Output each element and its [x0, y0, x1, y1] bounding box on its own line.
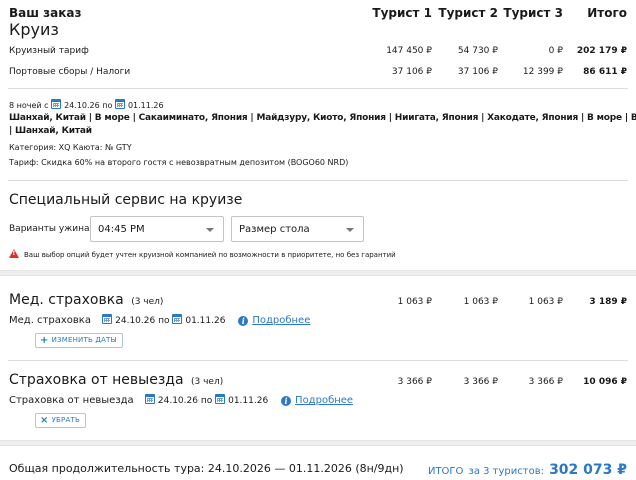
date-from: 24.10.26: [157, 396, 198, 406]
change-dates-label: ИЗМЕНИТЬ ДАТЫ: [51, 336, 117, 344]
itinerary-line-2: | Шанхай, Китай: [9, 126, 92, 136]
remove-label: УБРАТЬ: [51, 416, 80, 424]
total-travellers: за 3 туристов:: [468, 466, 544, 477]
tourist-2-price: 1 063 ₽: [463, 297, 498, 307]
calendar-icon: [114, 99, 125, 109]
dinner-time-select[interactable]: 04:45 PM: [90, 216, 224, 242]
chevron-down-icon: [206, 228, 214, 232]
date-separator: по: [102, 101, 113, 110]
calendar-icon: [172, 314, 183, 324]
cancel-insurance-details: Страховка от невыезда 24.10.26 по 01.11.…: [9, 394, 353, 406]
cancel-insurance-total: 10 096 ₽: [583, 377, 627, 387]
med-insurance-total: 3 189 ₽: [589, 297, 627, 307]
insurance-label: Мед. страховка: [9, 315, 91, 326]
tourist-3-price: 1 063 ₽: [528, 297, 563, 307]
tourist-3-price: 0 ₽: [548, 46, 563, 56]
dinner-options-label: Варианты ужина: [9, 224, 90, 234]
table-size-select[interactable]: Размер стола: [231, 216, 364, 242]
tourist-2-price: 37 106 ₽: [457, 67, 498, 77]
info-icon: i: [238, 316, 249, 326]
date-from: 24.10.26: [115, 316, 156, 326]
date-to: 01.11.26: [228, 396, 269, 406]
row-total: 202 179 ₽: [576, 46, 627, 56]
divider: [8, 360, 628, 361]
row-label: Круизный тариф: [9, 46, 89, 56]
more-link[interactable]: Подробнее: [252, 315, 310, 326]
remove-button[interactable]: × УБРАТЬ: [35, 413, 86, 428]
tourist-2-price: 54 730 ₽: [457, 46, 498, 56]
date-to: 01.11.26: [185, 316, 226, 326]
tourist-3-price: 3 366 ₽: [528, 377, 563, 387]
grand-total: ИТОГО за 3 туристов: 302 073 ₽: [428, 459, 627, 478]
med-insurance-name: Мед. страховка: [9, 292, 124, 308]
date-from: 24.10.26: [64, 101, 100, 110]
row-label: Портовые сборы / Налоги: [9, 67, 131, 77]
med-insurance-people: (3 чел): [131, 297, 164, 307]
cabin-category: Категория: XQ Каюта: № GTY: [9, 143, 132, 152]
total-value: 302 073 ₽: [549, 462, 627, 478]
more-info[interactable]: i Подробнее: [238, 315, 310, 326]
section-separator: [0, 440, 636, 446]
more-link[interactable]: Подробнее: [295, 395, 353, 406]
med-insurance-title: Мед. страховка (3 чел): [9, 292, 163, 308]
cruise-dates: 8 ночей с 24.10.26 по 01.11.26: [9, 99, 164, 110]
tariff-info: Тариф: Скидка 60% на второго гостя с нев…: [9, 158, 349, 167]
dinner-time-value: 04:45 PM: [98, 224, 145, 235]
options-warning: Ваш выбор опций будет учтен круизной ком…: [9, 249, 396, 259]
column-tourist-3: Турист 3: [503, 6, 563, 20]
order-title: Ваш заказ: [9, 6, 82, 20]
divider: [8, 180, 628, 181]
section-separator: [0, 270, 636, 276]
column-tourist-1: Турист 1: [372, 6, 432, 20]
tourist-1-price: 1 063 ₽: [397, 297, 432, 307]
close-icon: ×: [40, 415, 49, 426]
med-insurance-details: Мед. страховка 24.10.26 по 01.11.26 i Под…: [9, 314, 310, 326]
more-info[interactable]: i Подробнее: [281, 395, 353, 406]
calendar-icon: [51, 99, 62, 109]
warning-text: Ваш выбор опций будет учтен круизной ком…: [24, 251, 396, 259]
tourist-1-price: 37 106 ₽: [391, 67, 432, 77]
warning-icon: [9, 249, 19, 258]
change-dates-button[interactable]: + ИЗМЕНИТЬ ДАТЫ: [35, 333, 123, 348]
special-service-title: Специальный сервис на круизе: [9, 192, 243, 208]
row-total: 86 611 ₽: [583, 67, 627, 77]
insurance-label: Страховка от невыезда: [9, 395, 134, 406]
nights-label: 8 ночей с: [9, 101, 49, 110]
date-to: 01.11.26: [127, 101, 164, 110]
cancel-insurance-title: Страховка от невыезда (3 чел): [9, 372, 223, 388]
calendar-icon: [144, 394, 155, 404]
cancel-insurance-people: (3 чел): [191, 377, 224, 387]
tourist-1-price: 147 450 ₽: [386, 46, 432, 56]
tourist-2-price: 3 366 ₽: [463, 377, 498, 387]
date-separator: по: [158, 316, 170, 326]
table-size-value: Размер стола: [239, 224, 310, 235]
calendar-icon: [102, 314, 113, 324]
total-label: ИТОГО: [427, 466, 464, 477]
tourist-3-price: 12 399 ₽: [522, 67, 563, 77]
date-separator: по: [200, 396, 213, 406]
order-subtitle: Круиз: [9, 20, 59, 39]
tour-duration: Общая продолжительность тура: 24.10.2026…: [9, 462, 404, 475]
tourist-1-price: 3 366 ₽: [397, 377, 432, 387]
chevron-down-icon: [346, 228, 354, 232]
info-icon: i: [281, 396, 292, 406]
divider: [8, 88, 628, 89]
itinerary-line-1: Шанхай, Китай | В море | Сакаиминато, Яп…: [9, 113, 636, 123]
cancel-insurance-name: Страховка от невыезда: [9, 372, 184, 388]
calendar-icon: [215, 394, 226, 404]
plus-icon: +: [40, 335, 49, 346]
column-total: Итого: [587, 6, 627, 20]
column-tourist-2: Турист 2: [438, 6, 498, 20]
